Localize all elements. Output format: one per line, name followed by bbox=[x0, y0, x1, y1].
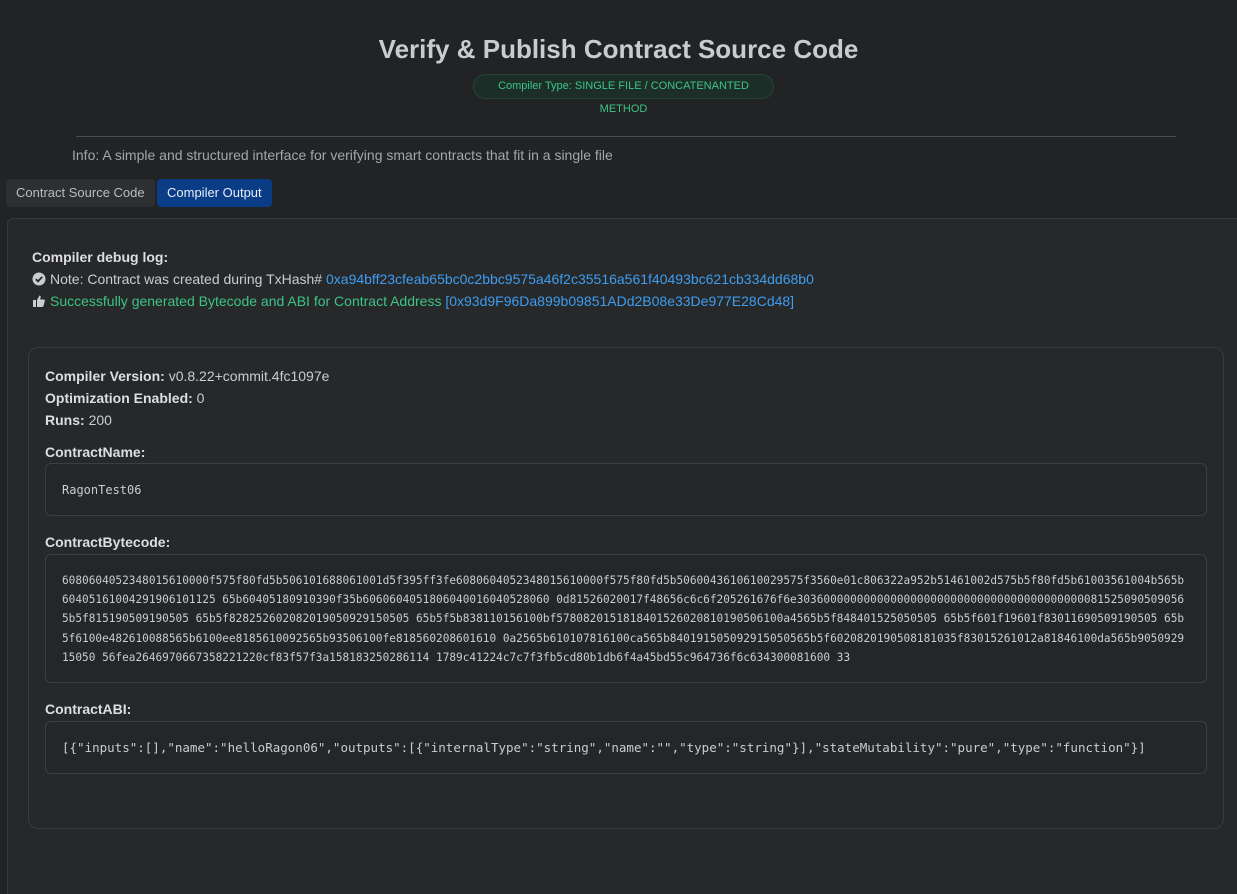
page: Verify & Publish Contract Source Code Co… bbox=[0, 0, 1237, 894]
note-text: Note: Contract was created during TxHash… bbox=[50, 271, 323, 287]
contract-abi-label: ContractABI: bbox=[45, 701, 132, 717]
debug-log-heading: Compiler debug log: bbox=[32, 249, 169, 265]
thumbs-up-icon bbox=[32, 294, 46, 308]
success-row: Successfully generated Bytecode and ABI … bbox=[32, 290, 814, 312]
runs-label: Runs: bbox=[45, 412, 85, 428]
compiler-meta: Compiler Version: v0.8.22+commit.4fc1097… bbox=[45, 365, 329, 431]
success-text: Successfully generated Bytecode and ABI … bbox=[50, 293, 442, 309]
compiler-version-row: Compiler Version: v0.8.22+commit.4fc1097… bbox=[45, 365, 329, 387]
tx-hash-link[interactable]: 0xa94bff23cfeab65bc0c2bbc9575a46f2c35516… bbox=[326, 268, 814, 290]
contract-address-link[interactable]: [0x93d9F96Da899b09851ADd2B08e33De977E28C… bbox=[445, 290, 794, 312]
debug-log: Compiler debug log: Note: Contract was c… bbox=[32, 246, 814, 312]
contract-abi-field[interactable]: [{"inputs":[],"name":"helloRagon06","out… bbox=[45, 721, 1207, 774]
compiler-type-badge: Compiler Type: SINGLE FILE / CONCATENANT… bbox=[473, 74, 774, 115]
info-text: Info: A simple and structured interface … bbox=[72, 147, 613, 163]
contract-bytecode-label: ContractBytecode: bbox=[45, 534, 171, 550]
runs-row: Runs: 200 bbox=[45, 409, 329, 431]
check-circle-icon bbox=[32, 272, 46, 286]
tab-compiler-output[interactable]: Compiler Output bbox=[157, 179, 272, 207]
contract-bytecode-field[interactable]: 6080604052348015610000f575f80fd5b5061016… bbox=[45, 554, 1207, 683]
header-divider bbox=[76, 136, 1176, 137]
compiler-version-value: v0.8.22+commit.4fc1097e bbox=[168, 368, 330, 384]
optimization-label: Optimization Enabled: bbox=[45, 390, 193, 406]
tab-contract-source-code[interactable]: Contract Source Code bbox=[6, 179, 155, 207]
note-row: Note: Contract was created during TxHash… bbox=[32, 268, 814, 290]
page-title: Verify & Publish Contract Source Code bbox=[378, 34, 859, 64]
contract-name-field[interactable]: RagonTest06 bbox=[45, 463, 1207, 516]
optimization-row: Optimization Enabled: 0 bbox=[45, 387, 329, 409]
runs-value: 200 bbox=[88, 412, 112, 428]
optimization-value: 0 bbox=[196, 390, 205, 406]
contract-name-label: ContractName: bbox=[45, 444, 146, 460]
compiler-version-label: Compiler Version: bbox=[45, 368, 165, 384]
